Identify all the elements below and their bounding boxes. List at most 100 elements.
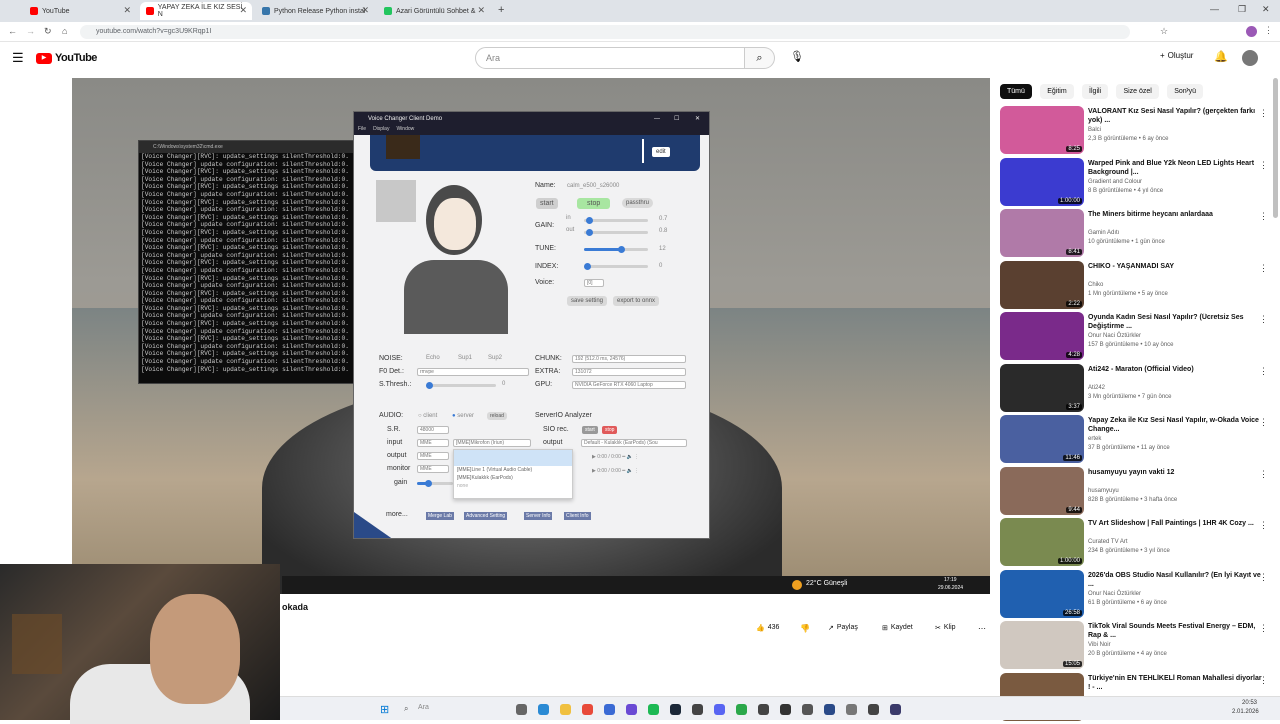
video-title[interactable]: TikTok Viral Sounds Meets Festival Energ… (1088, 622, 1264, 640)
taskbar-search-icon[interactable]: ⌕ (404, 704, 408, 714)
noise-sup2-option[interactable]: Sup2 (488, 355, 502, 361)
more-options-icon[interactable]: ⋮ (1259, 366, 1268, 377)
more-options-icon[interactable]: ⋮ (1259, 675, 1268, 686)
save-button[interactable]: ⊞ Kaydet (882, 624, 913, 632)
microphone-icon[interactable]: 🎙 (790, 50, 804, 63)
more-options-icon[interactable]: ⋮ (1259, 469, 1268, 480)
input-api-select[interactable]: MME (417, 439, 449, 447)
more-options-icon[interactable]: ⋮ (1259, 108, 1268, 119)
video-title[interactable]: TV Art Slideshow | Fall Paintings | 1HR … (1088, 519, 1264, 528)
more-options-icon[interactable]: ⋮ (1259, 160, 1268, 171)
minimize-icon[interactable]: — (1210, 4, 1219, 14)
thumbs-down-icon[interactable]: 👎 (800, 624, 810, 633)
video-thumbnail[interactable]: 1:00:00 (1000, 518, 1084, 566)
like-button[interactable]: 👍 436 (756, 624, 779, 632)
chip-for-you[interactable]: Size özel (1116, 84, 1159, 99)
video-title[interactable]: 2026'da OBS Studio Nasıl Kullanılır? (En… (1088, 571, 1264, 589)
channel-name[interactable]: Gamin Adıtı (1088, 230, 1119, 236)
chunk-select[interactable]: 192 (512.0 ms, 24576) (572, 355, 686, 363)
channel-name[interactable]: Ati242 (1088, 385, 1105, 391)
more-options-icon[interactable]: ⋮ (1259, 520, 1268, 531)
video-thumbnail[interactable]: 2:22 (1000, 260, 1084, 309)
bookmark-star-icon[interactable]: ☆ (1160, 26, 1168, 37)
video-title[interactable]: Oyunda Kadın Sesi Nasıl Yapılır? (Ücrets… (1088, 313, 1264, 331)
task-view-icon[interactable] (516, 704, 527, 715)
slider-knob[interactable] (618, 246, 625, 253)
spotify-icon[interactable] (648, 704, 659, 715)
share-button[interactable]: ↗ Paylaş (828, 624, 858, 632)
clip-button[interactable]: ✂ Klip (935, 624, 956, 632)
app-icon[interactable] (846, 704, 857, 715)
app-icon[interactable] (802, 704, 813, 715)
more-actions-icon[interactable]: ⋯ (978, 624, 986, 633)
chip-all[interactable]: Tümü (1000, 84, 1032, 99)
recommendation-item[interactable]: 11:46 Yapay Zeka ile Kız Sesi Nasıl Yapıl… (1000, 415, 1270, 463)
app-icon[interactable] (626, 704, 637, 715)
input-device-select[interactable]: [MME]Mikrofon (Iriun) (453, 439, 531, 447)
youtube-logo[interactable]: ▶ YouTube (36, 52, 97, 64)
slider-knob[interactable] (426, 382, 433, 389)
video-title[interactable]: VALORANT Kız Sesi Nasıl Yapılır? (gerçek… (1088, 107, 1264, 125)
notifications-bell-icon[interactable]: 🔔 (1214, 50, 1228, 63)
recommendation-item[interactable]: 9:44 husamyuyu yayın vakti 12 husamyuyu 828… (1000, 466, 1270, 515)
video-title[interactable]: Türkiye'nin EN TEHLİKELİ Roman Mahallesi… (1088, 674, 1264, 692)
audio-gain-slider[interactable] (417, 480, 453, 487)
profile-avatar-icon[interactable] (1246, 26, 1257, 37)
video-thumbnail[interactable]: 8:41 (1000, 209, 1084, 257)
store-icon[interactable] (604, 704, 615, 715)
browser-tab-active[interactable]: YAPAY ZEKA İLE KIZ SESİ N ✕ (140, 2, 252, 20)
gpu-select[interactable]: NVIDIA GeForce RTX 4060 Laptop (572, 381, 686, 389)
voice-select[interactable]: [0] (584, 279, 604, 287)
channel-name[interactable]: Balci (1088, 127, 1101, 133)
recommendation-item[interactable]: 8:25 VALORANT Kız Sesi Nasıl Yapılır? (ge… (1000, 106, 1270, 154)
input-device-dropdown[interactable]: [MME]Line 1 (Virtual Audio Cable) [MME]K… (453, 449, 573, 499)
avatar[interactable] (1242, 50, 1258, 66)
video-thumbnail[interactable]: 3:37 (1000, 363, 1084, 412)
browser-menu-icon[interactable]: ⋮ (1264, 25, 1273, 36)
forward-icon[interactable]: → (26, 26, 35, 36)
sio-start-button[interactable]: start (582, 426, 598, 434)
reload-button[interactable]: reload (487, 412, 507, 420)
recommendation-item[interactable]: 26:58 2026'da OBS Studio Nasıl Kullanılır… (1000, 569, 1270, 618)
close-icon[interactable]: ✕ (239, 5, 247, 16)
client-radio[interactable]: ○ client (418, 413, 437, 419)
index-slider[interactable] (584, 263, 648, 270)
more-options-icon[interactable]: ⋮ (1259, 314, 1268, 325)
recommendation-item[interactable]: 4:28 Oyunda Kadın Sesi Nasıl Yapılır? (Üc… (1000, 312, 1270, 360)
video-thumbnail[interactable]: 4:28 (1000, 312, 1084, 360)
app-icon[interactable] (780, 704, 791, 715)
channel-name[interactable]: Curated TV Art (1088, 539, 1128, 545)
video-title[interactable]: The Miners bitirme heycanı anlardaaa (1088, 210, 1264, 219)
video-title[interactable]: husamyuyu yayın vakti 12 (1088, 468, 1264, 477)
app-icon[interactable] (824, 704, 835, 715)
dropdown-option[interactable]: none (454, 482, 572, 490)
channel-name[interactable]: Vibi Noir (1088, 642, 1111, 648)
noise-echo-option[interactable]: Echo (426, 355, 440, 361)
app-icon[interactable] (868, 704, 879, 715)
slider-knob[interactable] (425, 480, 432, 487)
search-input[interactable]: Ara (475, 47, 745, 69)
server-info-button[interactable]: Server Info (524, 512, 553, 520)
app-icon[interactable] (758, 704, 769, 715)
gain-out-slider[interactable] (584, 229, 648, 236)
video-title[interactable]: Ati242 - Maraton (Official Video) (1088, 365, 1264, 374)
sr-select[interactable]: 48000 (417, 426, 449, 434)
noise-sup1-option[interactable]: Sup1 (458, 355, 472, 361)
chip-related[interactable]: İlgili (1082, 84, 1109, 99)
more-options-icon[interactable]: ⋮ (1259, 417, 1268, 428)
browser-tab[interactable]: YouTube ✕ (24, 2, 136, 20)
browser-tab[interactable]: Azari Görüntülü Sohbet & ✕ (378, 2, 490, 20)
vc-maximize-icon[interactable]: ☐ (674, 112, 679, 126)
sthresh-slider[interactable] (426, 382, 496, 389)
file-explorer-icon[interactable] (560, 704, 571, 715)
passthru-button[interactable]: passthru (622, 198, 654, 208)
output-api-select[interactable]: MME (417, 452, 449, 460)
video-thumbnail[interactable]: 26:58 (1000, 569, 1084, 618)
analyzer-output-select[interactable]: Default - Kulaklık (EarPods) (Sou (581, 439, 687, 447)
reload-icon[interactable]: ↻ (44, 26, 52, 37)
tune-slider[interactable] (584, 246, 648, 253)
back-icon[interactable]: ← (8, 26, 17, 36)
slider-knob[interactable] (584, 263, 591, 270)
new-tab-icon[interactable]: + (498, 4, 504, 16)
close-icon[interactable]: ✕ (361, 5, 369, 16)
